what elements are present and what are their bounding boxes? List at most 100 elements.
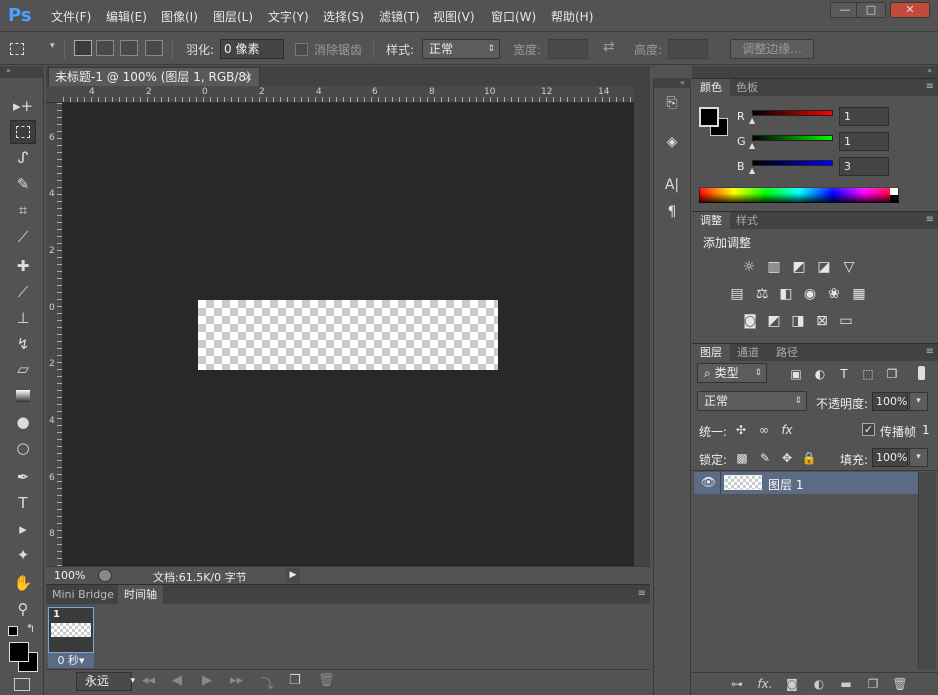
threshold-icon[interactable]: ◨ [789,312,807,330]
clone-stamp-tool-icon[interactable]: ⊥ [10,306,36,330]
g-slider[interactable] [752,135,833,141]
filter-adjustment-icon[interactable]: ◐ [811,365,829,383]
unify-style-icon[interactable]: fx [778,421,796,439]
lock-all-icon[interactable]: 🔒 [800,449,818,467]
dodge-tool-icon[interactable]: ○ [10,436,36,460]
swap-colors-icon[interactable]: ↰ [26,622,35,635]
menu-edit[interactable]: 编辑(E) [106,8,147,25]
filter-shape-icon[interactable]: ⬚ [859,365,877,383]
healing-brush-tool-icon[interactable]: ✚ [10,254,36,278]
frame-delay-select[interactable]: 0 秒▾ [48,653,94,668]
restore-button[interactable]: □ [856,2,886,18]
filter-pixel-icon[interactable]: ▣ [787,365,805,383]
layer-filter-select[interactable]: ⌕ 类型 ⇕ [697,363,767,383]
filter-smart-object-icon[interactable]: ❐ [883,365,901,383]
menu-type[interactable]: 文字(Y) [268,8,309,25]
tab-layers[interactable]: 图层 [692,344,730,362]
layer-name[interactable]: 图层 1 [768,476,803,493]
levels-icon[interactable]: ▥ [765,258,783,276]
g-value-input[interactable]: 1 [839,132,889,151]
marquee-preset-icon[interactable] [10,43,24,55]
visibility-eye-icon[interactable]: 👁 [701,475,716,489]
link-layers-icon[interactable]: ⊶ [728,676,746,692]
hand-tool-icon[interactable]: ✋ [10,571,36,595]
fill-input[interactable]: 100% [872,448,908,467]
posterize-icon[interactable]: ◩ [765,312,783,330]
blur-tool-icon[interactable]: ● [10,410,36,434]
vertical-scrollbar[interactable] [634,86,650,566]
lock-transparency-icon[interactable]: ▩ [733,449,751,467]
close-tab-icon[interactable]: × [243,68,253,86]
opacity-dropdown-icon[interactable]: ▾ [909,392,928,411]
collapse-icon[interactable]: » [692,66,938,78]
menu-image[interactable]: 图像(I) [161,8,198,25]
tab-color[interactable]: 颜色 [692,79,730,97]
first-frame-icon[interactable]: ◂◂ [142,673,155,688]
r-slider[interactable] [752,110,833,116]
width-input[interactable] [548,39,588,59]
new-group-icon[interactable]: ▬ [837,676,855,692]
refine-edge-button[interactable]: 调整边缘... [730,39,814,59]
tween-icon[interactable]: ⤵ [261,673,274,692]
path-select-tool-icon[interactable]: ▸ [10,517,36,541]
zoom-level[interactable]: 100% [54,569,85,582]
exposure-icon[interactable]: ◪ [815,258,833,276]
menu-layer[interactable]: 图层(L) [213,8,253,25]
fill-dropdown-icon[interactable]: ▾ [909,448,928,467]
play-icon[interactable]: ▶ [202,673,212,688]
invert-icon[interactable]: ◙ [741,312,759,330]
prev-frame-icon[interactable]: ◀ [172,673,182,688]
feather-input[interactable]: 0 像素 [220,39,284,59]
tab-adjustments[interactable]: 调整 [692,212,730,230]
style-select[interactable]: 正常 ⇕ [422,39,500,59]
menu-filter[interactable]: 滤镜(T) [379,8,420,25]
default-colors-icon[interactable] [8,626,18,636]
status-info-icon[interactable] [98,569,112,582]
r-value-input[interactable]: 1 [839,107,889,126]
marquee-tool-icon[interactable] [10,120,36,144]
blend-mode-select[interactable]: 正常 ⇕ [697,391,807,411]
b-value-input[interactable]: 3 [839,157,889,176]
new-adjustment-layer-icon[interactable]: ◐ [810,676,828,692]
layers-scrollbar[interactable] [918,472,936,670]
history-panel-icon[interactable]: ⎘ [661,93,683,113]
hue-saturation-icon[interactable]: ▤ [728,285,746,303]
delete-frame-icon[interactable]: 🗑 [318,673,335,688]
delete-layer-icon[interactable]: 🗑 [891,676,909,692]
antialias-checkbox[interactable] [295,43,308,56]
panel-menu-icon[interactable]: ≡ [926,81,934,92]
new-selection-icon[interactable] [74,40,92,56]
filter-type-icon[interactable]: T [835,365,853,383]
lock-pixels-icon[interactable]: ✎ [756,449,774,467]
black-white-icon[interactable]: ◧ [777,285,795,303]
duplicate-frame-icon[interactable]: ❐ [289,673,301,688]
panel-menu-icon[interactable]: ≡ [638,588,646,599]
add-mask-icon[interactable]: ◙ [783,676,801,692]
vibrance-icon[interactable]: ▽ [840,258,858,276]
3d-panel-icon[interactable]: ◈ [661,132,683,152]
gradient-tool-icon[interactable] [10,384,36,408]
panel-menu-icon[interactable]: ≡ [926,346,934,357]
selective-color-icon[interactable]: ⊠ [813,312,831,330]
collapse-icon[interactable]: » [0,66,44,78]
document-tab[interactable]: 未标题-1 @ 100% (图层 1, RGB/8) × [48,67,260,86]
paragraph-panel-icon[interactable]: ¶ [661,202,683,222]
opacity-input[interactable]: 100% [872,392,908,411]
unify-position-icon[interactable]: ✣ [732,421,750,439]
move-tool-icon[interactable]: ▸+ [10,94,36,118]
add-selection-icon[interactable] [96,40,114,56]
lock-position-icon[interactable]: ✥ [778,449,796,467]
next-frame-icon[interactable]: ▸▸ [230,673,243,688]
channel-mixer-icon[interactable]: ❀ [825,285,843,303]
zoom-tool-icon[interactable]: ⚲ [10,597,36,621]
tab-paths[interactable]: 路径 [768,344,806,362]
curves-icon[interactable]: ◩ [790,258,808,276]
history-brush-tool-icon[interactable]: ↯ [10,332,36,356]
filter-toggle-switch[interactable] [918,366,925,380]
swap-icon[interactable]: ⇄ [603,39,615,55]
document-canvas[interactable] [198,300,498,370]
tab-channels[interactable]: 通道 [729,344,767,362]
foreground-color-swatch[interactable] [9,642,29,662]
propagate-checkbox[interactable]: ✓ [862,423,875,436]
eraser-tool-icon[interactable]: ▱ [10,357,36,381]
